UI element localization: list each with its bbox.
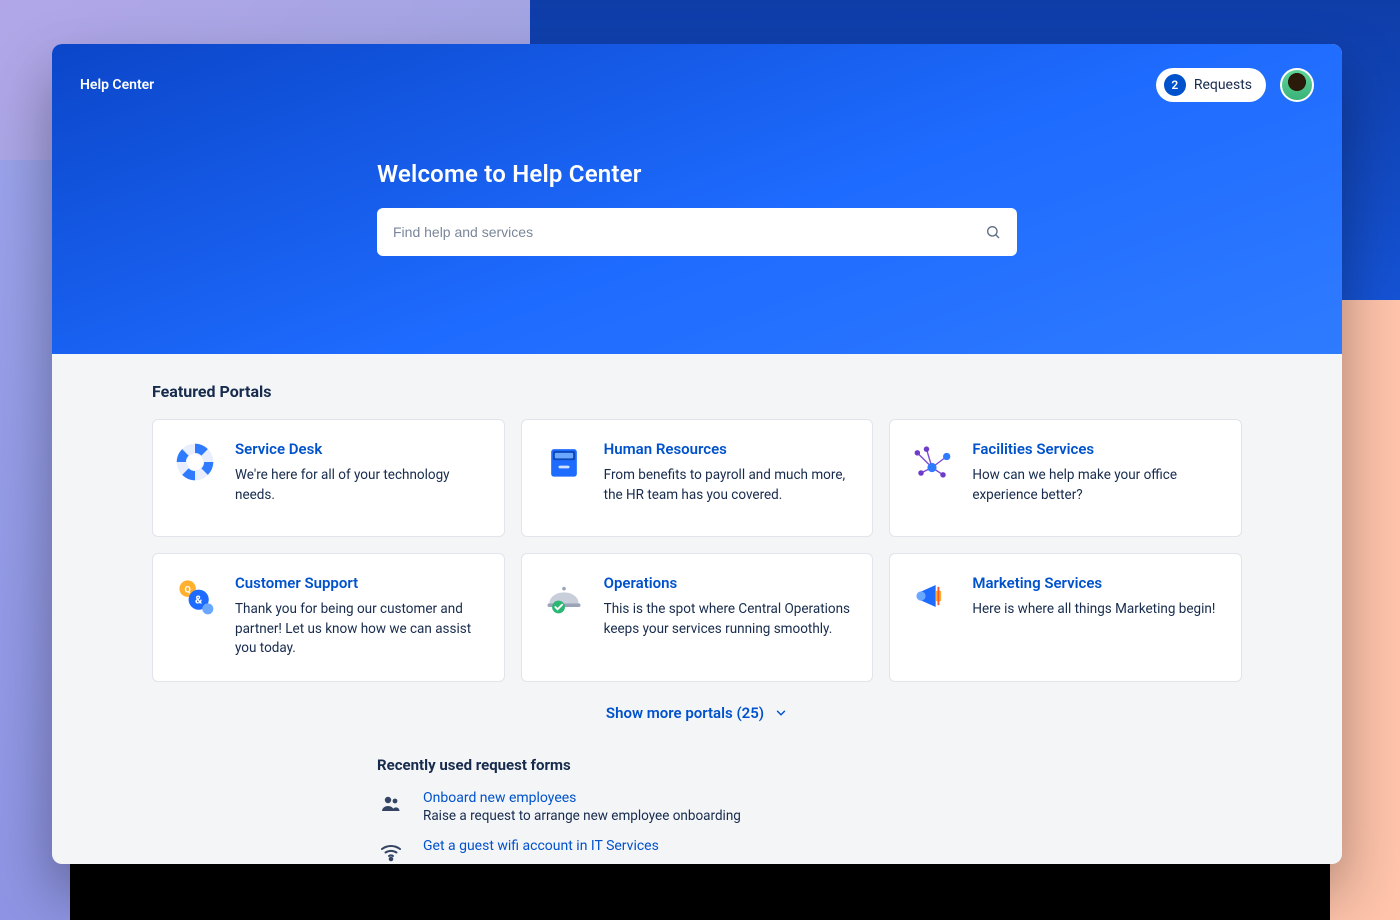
- portal-card-title: Marketing Services: [972, 574, 1215, 592]
- content-area: Featured Portals Service Desk We're her: [52, 354, 1342, 864]
- portal-card-human-resources[interactable]: Human Resources From benefits to payroll…: [521, 419, 874, 537]
- recently-used-section: Recently used request forms Onboard new …: [377, 756, 1017, 864]
- hero-title: Welcome to Help Center: [377, 160, 1017, 188]
- portal-card-desc: This is the spot where Central Operation…: [604, 600, 853, 639]
- people-icon: [377, 790, 405, 818]
- search-input[interactable]: [393, 224, 975, 240]
- brand-title[interactable]: Help Center: [80, 77, 154, 93]
- recent-item: Get a guest wifi account in IT Services: [377, 838, 1017, 864]
- portal-card-facilities[interactable]: Facilities Services How can we help make…: [889, 419, 1242, 537]
- avatar[interactable]: [1280, 68, 1314, 102]
- svg-text:&: &: [195, 593, 203, 606]
- recent-item-link[interactable]: Get a guest wifi account in IT Services: [423, 838, 659, 854]
- file-cabinet-icon: [542, 440, 586, 484]
- hero-banner: Help Center 2 Requests Welcome to Help C…: [52, 44, 1342, 354]
- app-window: Help Center 2 Requests Welcome to Help C…: [52, 44, 1342, 864]
- portal-card-title: Human Resources: [604, 440, 853, 458]
- recent-item-link[interactable]: Onboard new employees: [423, 790, 741, 806]
- recently-used-heading: Recently used request forms: [377, 756, 1017, 774]
- hero-center: Welcome to Help Center: [377, 160, 1017, 256]
- portal-card-title: Customer Support: [235, 574, 484, 592]
- wifi-icon: [377, 838, 405, 864]
- portal-card-desc: We're here for all of your technology ne…: [235, 466, 484, 505]
- featured-portals-heading: Featured Portals: [152, 382, 1242, 401]
- search-box[interactable]: [377, 208, 1017, 256]
- recent-item-desc: Raise a request to arrange new employee …: [423, 808, 741, 824]
- search-icon: [985, 224, 1001, 240]
- portal-card-title: Operations: [604, 574, 853, 592]
- chat-bubbles-icon: Q &: [173, 574, 217, 618]
- portal-card-title: Facilities Services: [972, 440, 1221, 458]
- portal-card-desc: How can we help make your office experie…: [972, 466, 1221, 505]
- megaphone-icon: [910, 574, 954, 618]
- requests-label: Requests: [1194, 77, 1252, 93]
- top-bar: Help Center 2 Requests: [80, 68, 1314, 102]
- requests-button[interactable]: 2 Requests: [1156, 68, 1266, 102]
- network-graph-icon: [910, 440, 954, 484]
- portal-card-desc: From benefits to payroll and much more, …: [604, 466, 853, 505]
- portal-card-customer-support[interactable]: Q & Customer Support Thank you for being…: [152, 553, 505, 682]
- portal-card-desc: Here is where all things Marketing begin…: [972, 600, 1215, 620]
- cloche-check-icon: [542, 574, 586, 618]
- requests-count-badge: 2: [1164, 74, 1186, 96]
- portal-card-title: Service Desk: [235, 440, 484, 458]
- portal-card-service-desk[interactable]: Service Desk We're here for all of your …: [152, 419, 505, 537]
- svg-text:Q: Q: [185, 585, 191, 595]
- portal-card-marketing[interactable]: Marketing Services Here is where all thi…: [889, 553, 1242, 682]
- portals-grid: Service Desk We're here for all of your …: [152, 419, 1242, 682]
- show-more-portals-button[interactable]: Show more portals (25): [152, 704, 1242, 722]
- portal-card-operations[interactable]: Operations This is the spot where Centra…: [521, 553, 874, 682]
- top-right-controls: 2 Requests: [1156, 68, 1314, 102]
- recent-item: Onboard new employees Raise a request to…: [377, 790, 1017, 824]
- show-more-label: Show more portals (25): [606, 704, 764, 722]
- portal-card-desc: Thank you for being our customer and par…: [235, 600, 484, 659]
- chevron-down-icon: [774, 706, 788, 720]
- lifebuoy-icon: [173, 440, 217, 484]
